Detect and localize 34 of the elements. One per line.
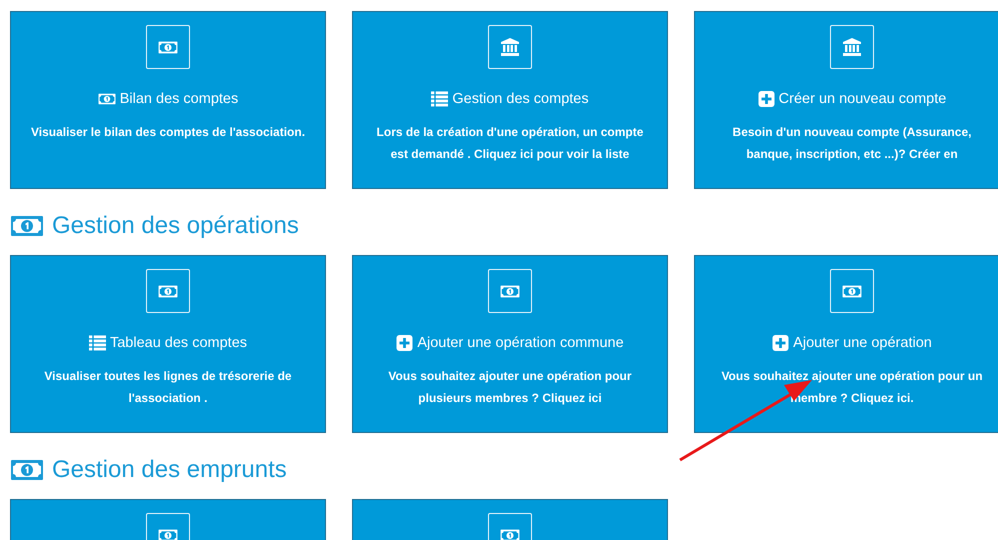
banknote-icon [158,40,178,54]
banknote-icon [500,528,520,540]
banknote-icon [842,284,862,298]
card-description: Lors de la création d'une opération, un compte est demandé . Cliquez ici pour voir la liste [376,124,644,163]
card-description: Visualiser toutes les lignes de trésorerie de l'association . [43,368,293,407]
list-icon [431,91,448,107]
banknote-icon [158,528,178,540]
card-title: Tableau des comptes [110,335,248,351]
section-heading: Gestion des opérations [52,212,299,240]
card-title: Créer un nouveau compte [778,91,946,107]
banknote-icon [98,93,116,105]
banknote-icon [500,284,520,298]
plus-icon [758,91,775,107]
card-description: Visualiser le bilan des comptes de l'association. [30,124,306,141]
card-description: Vous souhaitez ajouter une opération pour plusieurs membres ? Cliquez ici [387,368,633,407]
menu-card[interactable]: Gestion des comptes Lors de la création d'une opération, un compte est demandé . Cliquez ici pour voir la liste [352,11,668,189]
card-title: Ajouter une opération [793,335,932,351]
banknote-icon [158,284,178,298]
card-description: Besoin d'un nouveau compte (Assurance, banque, inscription, etc ...)? Créer en [732,124,972,163]
card-title: Ajouter une opération commune [417,335,624,351]
menu-card[interactable]: Ajouter une opération commune Vous souhaitez ajouter une opération pour plusieurs membres ? Cliquez ici [352,255,668,433]
banknote-icon [10,215,44,237]
section-heading: Gestion des emprunts [52,456,287,484]
menu-card[interactable]: Bilan des comptes Visualiser le bilan des comptes de l'association. [10,11,326,189]
bank-icon [500,37,520,57]
menu-card[interactable]: Créer un nouveau compte Besoin d'un nouveau compte (Assurance, banque, inscription, etc ...)? Créer en [694,11,998,189]
card-title: Bilan des comptes [120,91,238,107]
menu-card[interactable]: Tableau des comptes Visualiser toutes les lignes de trésorerie de l'association . [10,255,326,433]
plus-icon [772,335,790,351]
bank-icon [842,37,862,57]
plus-icon [396,335,414,351]
banknote-icon [10,459,44,481]
card-title: Gestion des comptes [452,91,589,107]
list-icon [88,335,106,351]
